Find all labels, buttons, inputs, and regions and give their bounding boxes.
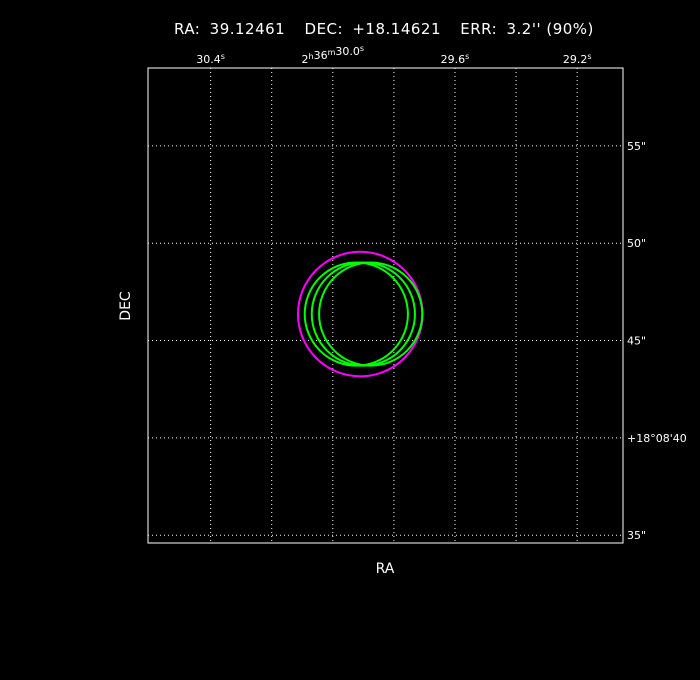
marks — [297, 250, 424, 378]
source-3-circle — [318, 261, 424, 367]
y-tick-label-3: +18°08'40 — [627, 432, 687, 445]
plot-frame — [147, 67, 624, 544]
grid — [148, 68, 623, 543]
chart-canvas: RA: 39.12461 DEC: +18.14621 ERR: 3.2'' (… — [118, 20, 687, 577]
dec-label: DEC: — [305, 20, 344, 38]
x-axis-label: RA — [376, 561, 395, 577]
x-tick-label-1: 2h36m30.0s — [302, 44, 365, 66]
source-2-circle — [310, 261, 416, 367]
err-label: ERR: — [460, 20, 497, 38]
ra-label: RA: — [174, 20, 200, 38]
source-1-circle — [303, 261, 409, 367]
x-tick-label-0: 30.4s — [196, 52, 225, 66]
y-tick-labels: 55" 50" 45" +18°08'40 35" — [627, 140, 687, 542]
err-value: 3.2'' (90%) — [506, 20, 593, 38]
ra-value: 39.12461 — [210, 20, 286, 38]
y-tick-label-4: 35" — [627, 529, 646, 542]
x-tick-label-3: 29.2s — [563, 52, 592, 66]
dec-value: +18.14621 — [352, 20, 441, 38]
x-tick-labels: 30.4s 2h36m30.0s 29.6s 29.2s — [196, 44, 591, 66]
y-tick-label-2: 45" — [627, 335, 646, 348]
y-axis-label: DEC — [118, 291, 134, 321]
chart-title: RA: 39.12461 DEC: +18.14621 ERR: 3.2'' (… — [174, 20, 594, 38]
error-circle-circle — [297, 250, 424, 378]
x-tick-label-2: 29.6s — [441, 52, 470, 66]
y-tick-label-0: 55" — [627, 140, 646, 153]
y-tick-label-1: 50" — [627, 237, 646, 250]
